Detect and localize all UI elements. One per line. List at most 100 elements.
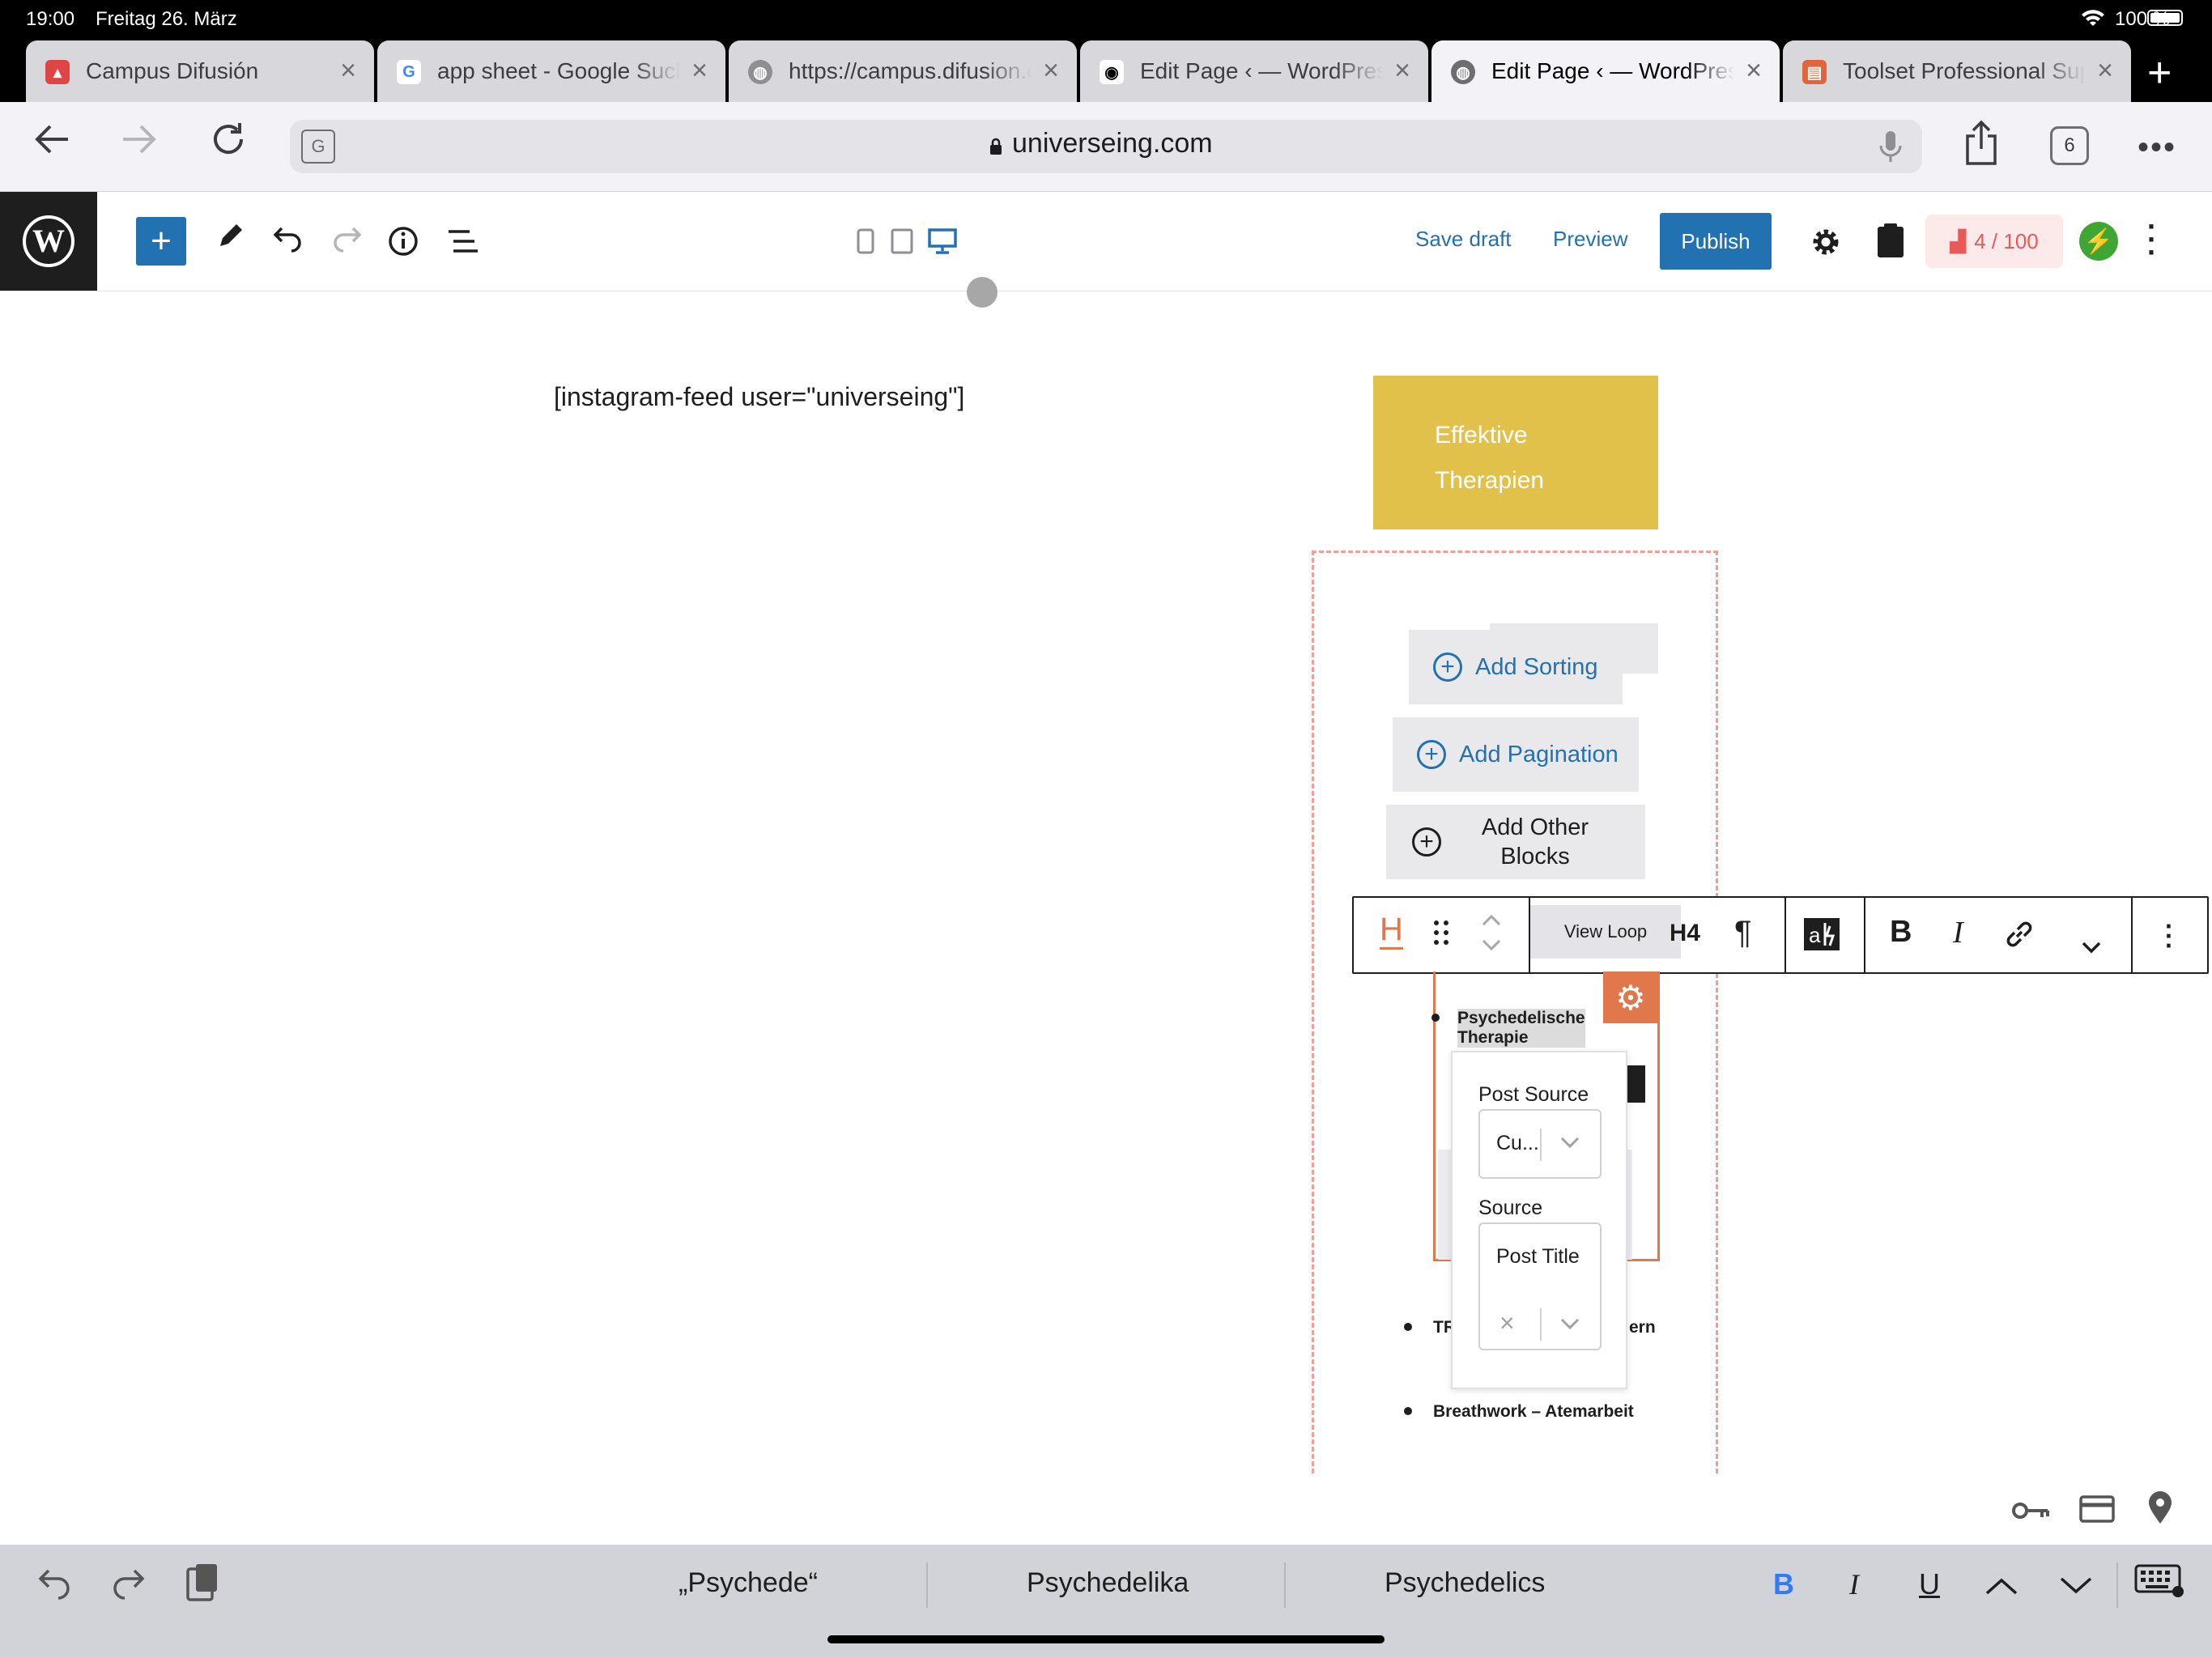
- list-item-tr-end[interactable]: ern: [1629, 1318, 1656, 1337]
- select-divider: [1540, 1129, 1542, 1161]
- list-item-breathwork[interactable]: Breathwork – Atemarbeit: [1433, 1402, 1634, 1422]
- keyboard-undo-icon[interactable]: [37, 1564, 73, 1604]
- new-tab-plus-icon[interactable]: +: [2147, 49, 2172, 97]
- desktop-preview-icon[interactable]: [928, 228, 957, 258]
- home-indicator[interactable]: [827, 1635, 1385, 1643]
- heading-level-button[interactable]: H4: [1671, 920, 1700, 947]
- paste-icon[interactable]: [185, 1562, 220, 1607]
- drag-handle-dot-icon[interactable]: [967, 277, 998, 308]
- options-kebab-icon[interactable]: · · ·: [2147, 212, 2157, 267]
- heading-block-icon[interactable]: H: [1380, 912, 1403, 950]
- bullet-icon: [1404, 1323, 1412, 1331]
- suggestion-1[interactable]: „Psychede“: [678, 1567, 818, 1599]
- close-tab-icon[interactable]: ×: [340, 55, 356, 87]
- credit-card-icon[interactable]: [2079, 1494, 2115, 1531]
- reload-icon[interactable]: [207, 118, 249, 170]
- dynamic-text-icon[interactable]: a: [1804, 918, 1840, 959]
- suggestion-divider: [926, 1562, 928, 1608]
- jetpack-bolt-icon[interactable]: ⚡: [2079, 222, 2118, 261]
- more-options-icon[interactable]: •••: [2138, 130, 2176, 166]
- tablet-preview-icon[interactable]: [891, 228, 913, 258]
- globe-favicon-icon: ◍: [1451, 60, 1475, 84]
- tab-campus-url[interactable]: ◍ https://campus.difusion.com ×: [729, 40, 1077, 102]
- view-loop-button[interactable]: View Loop: [1530, 905, 1681, 959]
- svg-text:W: W: [32, 223, 65, 259]
- status-time: 19:00: [26, 8, 75, 30]
- translate-icon[interactable]: G: [301, 130, 335, 164]
- key-icon[interactable]: [2011, 1494, 2050, 1531]
- close-tab-icon[interactable]: ×: [1043, 55, 1059, 87]
- clipboard-icon[interactable]: [1875, 222, 1906, 263]
- redo-icon[interactable]: [330, 220, 363, 261]
- forward-arrow-icon[interactable]: [118, 118, 160, 170]
- publish-button[interactable]: Publish: [1660, 213, 1772, 270]
- close-tab-icon[interactable]: ×: [691, 55, 708, 87]
- format-underline-button[interactable]: U: [1919, 1567, 1940, 1601]
- loop-settings-gear-icon[interactable]: ⚙: [1603, 971, 1658, 1023]
- format-italic-button[interactable]: I: [1849, 1567, 1859, 1601]
- add-other-blocks-button[interactable]: + Add Other Blocks: [1386, 805, 1645, 879]
- settings-gear-icon[interactable]: [1809, 225, 1843, 263]
- add-sorting-label: Add Sorting: [1475, 653, 1598, 680]
- chevron-up-icon[interactable]: [1984, 1575, 2019, 1601]
- back-arrow-icon[interactable]: [31, 118, 73, 170]
- close-tab-icon[interactable]: ×: [2097, 55, 2113, 87]
- seo-score-badge[interactable]: ▟ 4 / 100: [1925, 215, 2063, 268]
- source-select[interactable]: Post Title ×: [1478, 1222, 1602, 1350]
- add-sorting-button[interactable]: + Add Sorting: [1409, 630, 1623, 704]
- info-icon[interactable]: [387, 225, 419, 266]
- mobile-preview-icon[interactable]: [857, 228, 874, 258]
- bullet-icon: [1431, 1014, 1440, 1022]
- url-text: universeing.com: [1012, 128, 1213, 159]
- add-pagination-button[interactable]: + Add Pagination: [1393, 717, 1639, 792]
- suggestion-2[interactable]: Psychedelika: [1027, 1567, 1189, 1599]
- source-value: Post Title: [1496, 1245, 1580, 1268]
- tab-toolset-support[interactable]: ▤ Toolset Professional Support ×: [1783, 40, 2131, 102]
- add-block-button[interactable]: +: [136, 217, 186, 266]
- microphone-icon[interactable]: [1878, 130, 1903, 168]
- close-tab-icon[interactable]: ×: [1746, 55, 1762, 87]
- instagram-shortcode-text[interactable]: [instagram-feed user="universeing"]: [554, 382, 964, 412]
- toolbar-divider: [2116, 1562, 2118, 1608]
- tab-campus-difusion[interactable]: ▴ Campus Difusión ×: [26, 40, 374, 102]
- post-source-value: Cu...: [1496, 1132, 1539, 1154]
- undo-icon[interactable]: [272, 220, 304, 261]
- score-value: 4 / 100: [1974, 228, 2039, 253]
- tab-label: Edit Page ‹ — WordPress: [1491, 58, 1734, 83]
- select-divider: [1540, 1308, 1542, 1341]
- svg-text:a: a: [1809, 923, 1821, 947]
- preview-link[interactable]: Preview: [1553, 227, 1627, 252]
- paragraph-icon[interactable]: ¶: [1734, 915, 1751, 951]
- list-item-psychedelische-therapie[interactable]: Psychedelische Therapie: [1457, 1009, 1585, 1048]
- edit-pencil-icon[interactable]: [214, 220, 246, 261]
- chevron-down-icon[interactable]: [2058, 1575, 2094, 1601]
- tab-label: Campus Difusión: [86, 58, 259, 83]
- effektive-therapien-box[interactable]: Effektive Therapien: [1373, 376, 1658, 529]
- tab-edit-page-1[interactable]: ◉ Edit Page ‹ — WordPress ×: [1080, 40, 1428, 102]
- format-bold-button[interactable]: B: [1773, 1567, 1794, 1601]
- tab-google-search[interactable]: G app sheet - Google Suche ×: [377, 40, 725, 102]
- block-options-kebab-icon[interactable]: · · ·: [2165, 913, 2174, 959]
- move-up-down-icon[interactable]: [1480, 912, 1503, 962]
- post-source-select[interactable]: Cu...: [1478, 1109, 1602, 1179]
- share-icon[interactable]: [1963, 120, 2000, 171]
- close-tab-icon[interactable]: ×: [1394, 55, 1410, 87]
- tab-count-button[interactable]: 6: [2050, 126, 2089, 165]
- italic-button[interactable]: I: [1953, 915, 1963, 950]
- list-view-icon[interactable]: [447, 225, 479, 266]
- drag-handle-icon[interactable]: [1431, 918, 1451, 955]
- link-icon[interactable]: [2003, 918, 2035, 959]
- keyboard-redo-icon[interactable]: [110, 1564, 146, 1604]
- hide-keyboard-icon[interactable]: [2134, 1564, 2184, 1602]
- save-draft-link[interactable]: Save draft: [1415, 227, 1512, 252]
- tab-edit-page-active[interactable]: ◍ Edit Page ‹ — WordPress ×: [1431, 40, 1780, 102]
- wordpress-logo-icon[interactable]: W: [0, 192, 97, 291]
- chevron-down-icon[interactable]: [2081, 928, 2102, 963]
- suggestion-3[interactable]: Psychedelics: [1385, 1567, 1545, 1599]
- add-pagination-label: Add Pagination: [1459, 741, 1619, 767]
- bold-button[interactable]: B: [1890, 915, 1912, 950]
- location-pin-icon[interactable]: [2147, 1491, 2173, 1533]
- clear-x-icon[interactable]: ×: [1499, 1308, 1515, 1338]
- chevron-down-icon[interactable]: [1559, 1316, 1580, 1335]
- chevron-down-icon[interactable]: [1559, 1135, 1580, 1154]
